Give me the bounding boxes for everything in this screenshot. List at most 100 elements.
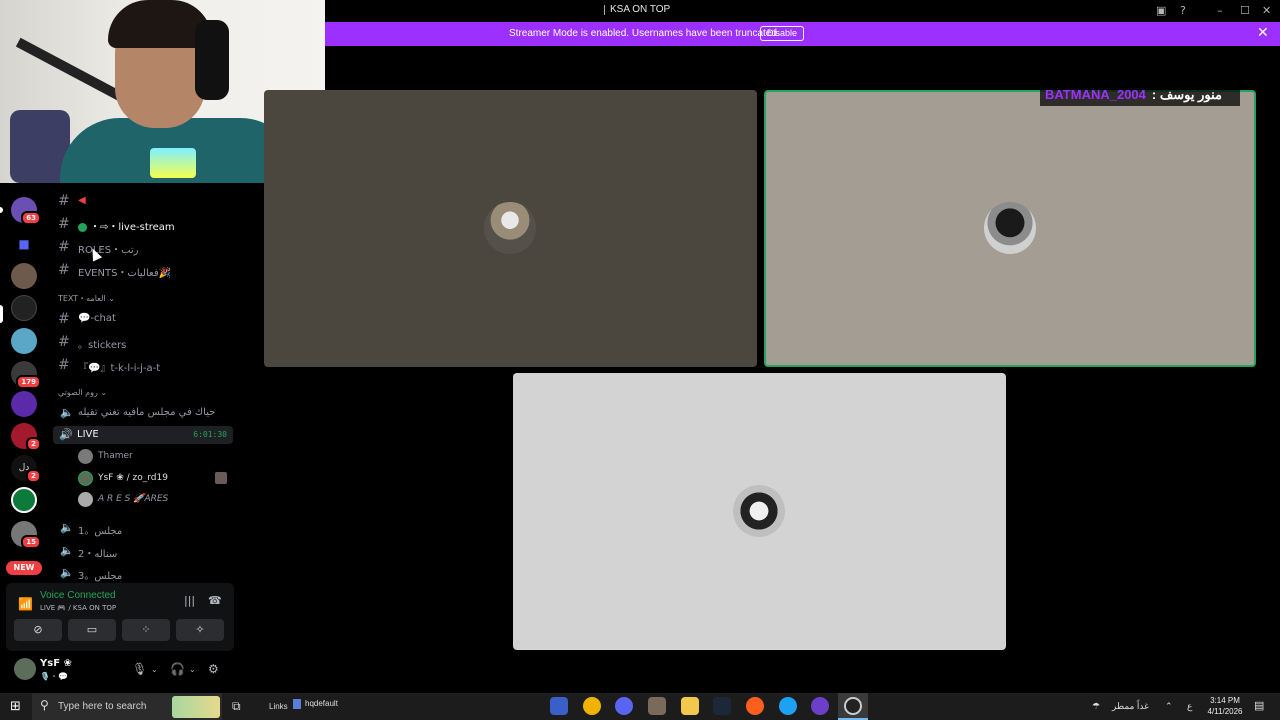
signal-icon[interactable]: 📶 xyxy=(18,597,33,611)
participant-avatar xyxy=(484,202,536,254)
screen-share-button[interactable]: ▭ xyxy=(68,619,116,641)
server-icon[interactable] xyxy=(11,391,37,417)
server-list: 63 ■ 179 2 دل 2 15 NEW xyxy=(0,183,48,583)
weather-text[interactable]: غداً ممطر xyxy=(1112,701,1149,712)
user-status: 🎙️・💬 xyxy=(40,672,68,681)
server-icon[interactable] xyxy=(11,487,37,513)
folder-icon[interactable]: ■ xyxy=(11,231,37,257)
folder-icon[interactable] xyxy=(681,697,699,715)
taskbar: ⊞ ⚲ Type here to search ⧉ Links hqdefaul… xyxy=(0,693,1280,720)
participant-avatar xyxy=(984,202,1036,254)
app-icon[interactable] xyxy=(583,697,601,715)
voice-channel[interactable]: 🔈 مجلس。1 xyxy=(58,518,236,538)
server-icon[interactable]: دل 2 xyxy=(11,455,41,483)
notification-icon[interactable]: ▤ xyxy=(1254,699,1264,712)
video-tile-speaking[interactable] xyxy=(764,90,1256,367)
gear-icon[interactable]: ⚙ xyxy=(208,662,219,676)
app-icon[interactable] xyxy=(648,697,666,715)
links-toolbar[interactable]: Links xyxy=(269,702,288,711)
edge-icon[interactable] xyxy=(779,697,797,715)
channel-item-tklijat[interactable]: # 『💬』t-k-l-i-j-a-t xyxy=(58,355,236,375)
disconnect-icon[interactable]: ☎ xyxy=(208,594,222,607)
streamer-mode-banner: Streamer Mode is enabled. Usernames have… xyxy=(325,22,1280,46)
steam-icon[interactable] xyxy=(713,697,731,715)
tray-chevron-icon[interactable]: ⌃ xyxy=(1165,701,1173,712)
camera-off-button[interactable]: ⊘ xyxy=(14,619,62,641)
server-icon[interactable] xyxy=(11,295,37,321)
obs-icon[interactable] xyxy=(844,697,862,715)
call-timer: 6:01:30 xyxy=(193,430,227,439)
taskbar-search[interactable]: ⚲ Type here to search xyxy=(32,693,222,720)
avatar[interactable] xyxy=(14,658,36,680)
channel-item-live-stream[interactable]: # ・⇨・live-stream xyxy=(58,214,236,234)
channel-item-roles[interactable]: # ROLES・رتب xyxy=(58,237,236,257)
server-icon[interactable]: 2 xyxy=(11,423,41,451)
microphone-icon[interactable]: 🎙 xyxy=(132,662,147,676)
category-voice[interactable]: روم الصوتي ⌄ xyxy=(58,388,107,397)
username[interactable]: YsF ❀ xyxy=(40,658,72,669)
close-icon[interactable]: ✕ xyxy=(1257,25,1269,41)
server-icon[interactable] xyxy=(11,328,37,354)
video-tile[interactable] xyxy=(264,90,757,367)
server-icon[interactable]: 63 xyxy=(11,197,41,225)
chevron-down-icon[interactable]: ⌄ xyxy=(151,665,158,674)
video-tile[interactable] xyxy=(513,373,1006,650)
weather-icon[interactable]: ☂ xyxy=(1092,701,1100,712)
voice-member[interactable]: YsF ❀ / zo_rd19 xyxy=(78,470,233,488)
channel-item-stickers[interactable]: # 。stickers xyxy=(58,332,236,352)
voice-channel[interactable]: 🔈 حياك في مجلس مافيه تغني تقيله xyxy=(58,403,236,423)
user-panel: YsF ❀ 🎙️・💬 🎙 ⌄ 🎧 ⌄ ⚙ xyxy=(6,653,234,687)
pin-icon xyxy=(604,5,607,15)
new-badge: NEW xyxy=(6,561,42,575)
minimize-button[interactable]: – xyxy=(1217,4,1223,17)
disable-streamer-mode-button[interactable]: Disable xyxy=(760,26,805,41)
speaker-icon: 🔈 xyxy=(60,406,74,419)
headphones-icon[interactable]: 🎧 xyxy=(170,662,185,676)
window-title: KSA ON TOP xyxy=(610,4,671,15)
headphones-icon xyxy=(195,20,229,100)
voice-channel[interactable]: 🔈 مجلس。3 xyxy=(58,563,236,583)
category-text[interactable]: TEXT・العامه ⌄ xyxy=(58,293,115,304)
maximize-button[interactable]: ☐ xyxy=(1240,4,1250,17)
app-icon[interactable] xyxy=(811,697,829,715)
speaker-icon: 🔈 xyxy=(60,544,74,557)
avatar xyxy=(78,471,93,486)
stream-name-overlay: BATMANA_2004 : منور يوسف xyxy=(1040,86,1240,106)
input-language[interactable]: ع xyxy=(1187,701,1192,712)
channel-item-events[interactable]: # EVENTS・فعاليات🎉 xyxy=(58,260,236,280)
participant-avatar xyxy=(733,485,785,537)
windows-start-icon[interactable]: ⊞ xyxy=(10,699,21,714)
voice-member[interactable]: A R E S 🚀ARES xyxy=(78,491,233,509)
voice-connection-panel: 📶 Voice Connected LIVE 🎮 / KSA ON TOP ||… xyxy=(6,583,234,651)
voice-channel-live[interactable]: 🔊 LIVE 6:01:30 xyxy=(53,426,233,444)
server-icon[interactable] xyxy=(11,263,37,289)
server-icon[interactable]: 179 xyxy=(11,361,41,389)
banner-message: Streamer Mode is enabled. Usernames have… xyxy=(509,28,780,39)
speaker-icon: 🔈 xyxy=(60,566,74,579)
voice-channel[interactable]: 🔈 سناله・2 xyxy=(58,541,236,561)
activities-button[interactable]: ⁘ xyxy=(122,619,170,641)
taskbar-window-item[interactable]: hqdefault xyxy=(305,699,338,708)
discord-icon[interactable] xyxy=(615,697,633,715)
stream-preview-icon xyxy=(215,472,227,484)
speaker-icon: 🔊 xyxy=(59,428,73,441)
inbox-icon[interactable]: ▣ xyxy=(1156,4,1166,17)
voice-status[interactable]: Voice Connected xyxy=(40,590,116,601)
help-icon[interactable]: ? xyxy=(1180,4,1186,17)
noise-suppression-icon[interactable]: ||| xyxy=(184,594,195,607)
channel-item-chat[interactable]: # 💬-chat xyxy=(58,309,236,329)
channel-item[interactable]: # ◀ xyxy=(58,191,236,211)
app-icon[interactable] xyxy=(550,697,568,715)
voice-channel-info[interactable]: LIVE 🎮 / KSA ON TOP xyxy=(40,604,116,612)
search-highlight-image xyxy=(172,696,220,718)
server-icon[interactable]: 15 xyxy=(11,521,41,549)
taskbar-clock[interactable]: 3:14 PM 4/11/2026 xyxy=(1204,695,1246,717)
chevron-down-icon[interactable]: ⌄ xyxy=(189,665,196,674)
close-window-button[interactable]: ✕ xyxy=(1262,4,1271,17)
task-view-icon[interactable]: ⧉ xyxy=(232,699,241,714)
app-icon[interactable] xyxy=(746,697,764,715)
speaker-icon: 🔈 xyxy=(60,521,74,534)
soundboard-button[interactable]: ✧ xyxy=(176,619,224,641)
avatar xyxy=(78,492,93,507)
voice-member[interactable]: Thamer xyxy=(78,448,233,466)
